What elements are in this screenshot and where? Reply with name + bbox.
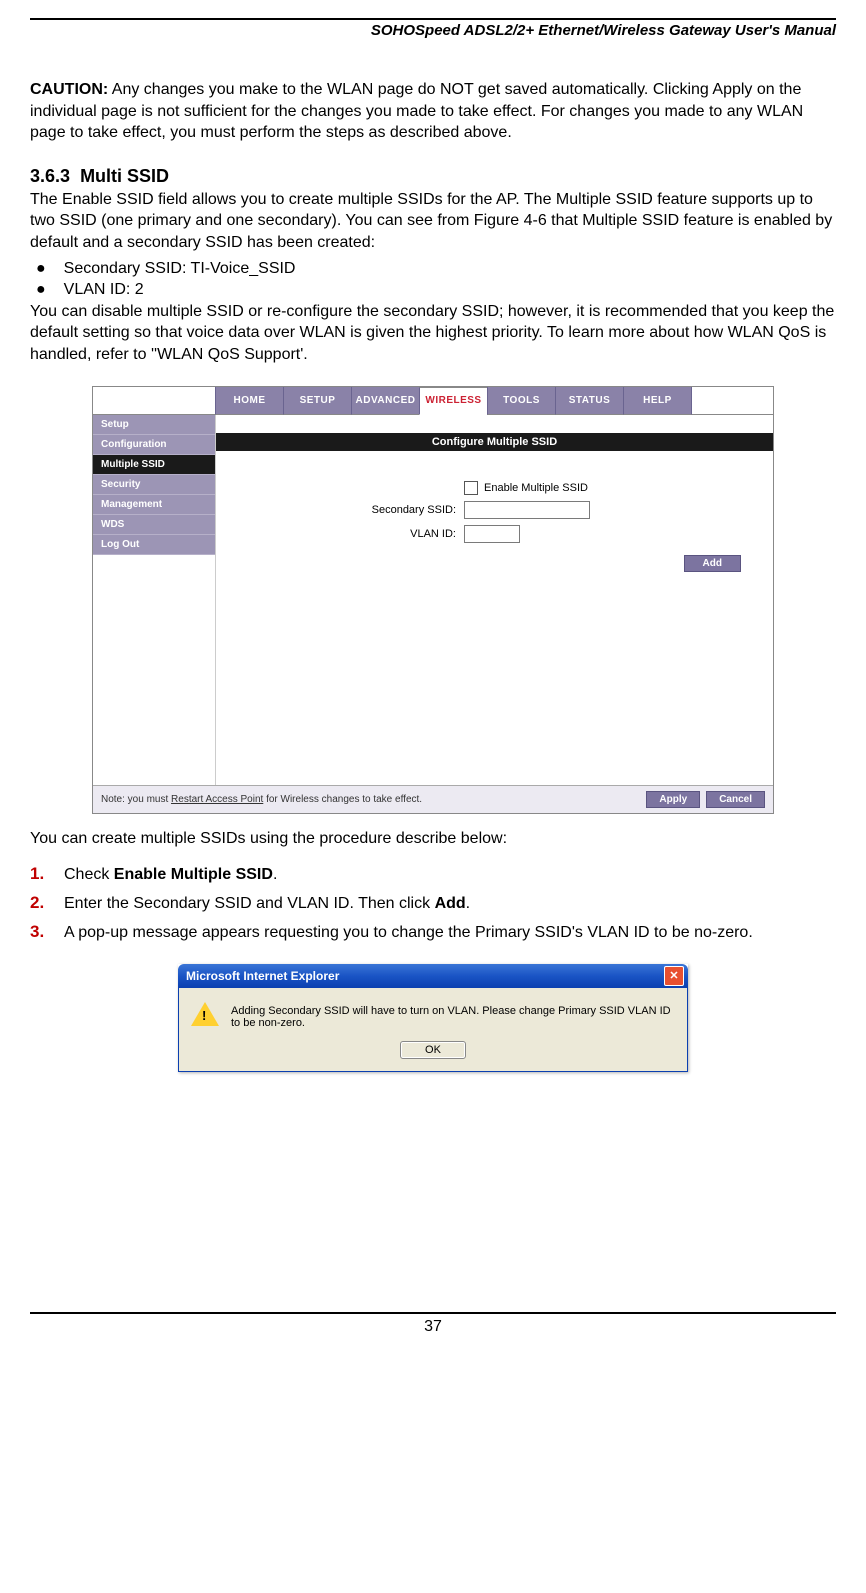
router-footer: Note: you must Restart Access Point for … xyxy=(93,785,773,813)
router-main-panel: Configure Multiple SSID Enable Multiple … xyxy=(215,415,773,785)
tab-setup[interactable]: SETUP xyxy=(283,387,351,415)
doc-header-title: SOHOSpeed ADSL2/2+ Ethernet/Wireless Gat… xyxy=(30,20,836,39)
enable-multiple-ssid-label: Enable Multiple SSID xyxy=(484,482,588,494)
step-item: 3. A pop-up message appears requesting y… xyxy=(30,921,836,944)
step-text-post: . xyxy=(466,895,470,912)
bullet-list: Secondary SSID: TI-Voice_SSID VLAN ID: 2 xyxy=(30,258,836,301)
step-item: 1. Check Enable Multiple SSID. xyxy=(30,863,836,886)
warning-icon xyxy=(191,1002,219,1026)
step-text-post: . xyxy=(273,866,277,883)
page-number: 37 xyxy=(30,1312,836,1352)
dialog-message: Adding Secondary SSID will have to turn … xyxy=(231,1002,675,1029)
step-text-pre: A pop-up message appears requesting you … xyxy=(64,924,753,941)
after-bullets-paragraph: You can disable multiple SSID or re-conf… xyxy=(30,301,836,366)
sidebar-item-multiple-ssid[interactable]: Multiple SSID xyxy=(93,455,215,475)
restart-access-point-link[interactable]: Restart Access Point xyxy=(171,794,263,805)
vlan-id-label: VLAN ID: xyxy=(256,528,464,540)
footer-note: Note: you must Restart Access Point for … xyxy=(101,794,640,805)
dialog-title: Microsoft Internet Explorer xyxy=(186,969,664,983)
router-tabs: HOME SETUP ADVANCED WIRELESS TOOLS STATU… xyxy=(93,387,773,415)
cancel-button[interactable]: Cancel xyxy=(706,791,765,808)
step-text-bold: Add xyxy=(435,895,466,912)
step-number: 3. xyxy=(30,921,64,944)
footer-note-pre: Note: you must xyxy=(101,794,171,805)
tab-home[interactable]: HOME xyxy=(215,387,283,415)
sidebar-item-configuration[interactable]: Configuration xyxy=(93,435,215,455)
enable-multiple-ssid-checkbox[interactable] xyxy=(464,481,478,495)
secondary-ssid-label: Secondary SSID: xyxy=(256,504,464,516)
router-sidebar: Setup Configuration Multiple SSID Securi… xyxy=(93,415,215,785)
intro-paragraph: The Enable SSID field allows you to crea… xyxy=(30,189,836,254)
sidebar-item-management[interactable]: Management xyxy=(93,495,215,515)
step-text-bold: Enable Multiple SSID xyxy=(114,866,273,883)
sidebar-item-setup[interactable]: Setup xyxy=(93,415,215,435)
bullet-item: VLAN ID: 2 xyxy=(30,279,836,301)
caution-paragraph: CAUTION: Any changes you make to the WLA… xyxy=(30,79,836,144)
sidebar-item-logout[interactable]: Log Out xyxy=(93,535,215,555)
procedure-intro: You can create multiple SSIDs using the … xyxy=(30,828,836,850)
add-button[interactable]: Add xyxy=(684,555,741,572)
tab-end-spacer xyxy=(692,387,773,415)
dialog-close-button[interactable]: ✕ xyxy=(664,966,684,986)
footer-note-post: for Wireless changes to take effect. xyxy=(263,794,422,805)
bullet-item: Secondary SSID: TI-Voice_SSID xyxy=(30,258,836,280)
caution-text: Any changes you make to the WLAN page do… xyxy=(30,81,803,141)
tab-help[interactable]: HELP xyxy=(623,387,692,415)
step-number: 1. xyxy=(30,863,64,886)
vlan-id-input[interactable] xyxy=(464,525,520,543)
section-heading: 3.6.3 Multi SSID xyxy=(30,166,836,187)
ie-dialog: Microsoft Internet Explorer ✕ Adding Sec… xyxy=(178,964,688,1072)
apply-button[interactable]: Apply xyxy=(646,791,700,808)
sidebar-item-security[interactable]: Security xyxy=(93,475,215,495)
tab-wireless[interactable]: WIRELESS xyxy=(419,387,487,415)
panel-title: Configure Multiple SSID xyxy=(216,433,773,451)
dialog-ok-button[interactable]: OK xyxy=(400,1041,466,1059)
step-text-pre: Enter the Secondary SSID and VLAN ID. Th… xyxy=(64,895,435,912)
step-number: 2. xyxy=(30,892,64,915)
caution-label: CAUTION: xyxy=(30,81,108,98)
tab-spacer xyxy=(93,387,215,415)
dialog-titlebar: Microsoft Internet Explorer ✕ xyxy=(178,964,688,988)
tab-tools[interactable]: TOOLS xyxy=(487,387,555,415)
section-title: Multi SSID xyxy=(80,166,169,186)
step-text-pre: Check xyxy=(64,866,114,883)
section-number: 3.6.3 xyxy=(30,166,70,186)
procedure-steps: 1. Check Enable Multiple SSID. 2. Enter … xyxy=(30,863,836,944)
sidebar-item-wds[interactable]: WDS xyxy=(93,515,215,535)
step-item: 2. Enter the Secondary SSID and VLAN ID.… xyxy=(30,892,836,915)
secondary-ssid-input[interactable] xyxy=(464,501,590,519)
tab-advanced[interactable]: ADVANCED xyxy=(351,387,419,415)
router-config-screenshot: HOME SETUP ADVANCED WIRELESS TOOLS STATU… xyxy=(92,386,774,814)
tab-status[interactable]: STATUS xyxy=(555,387,623,415)
